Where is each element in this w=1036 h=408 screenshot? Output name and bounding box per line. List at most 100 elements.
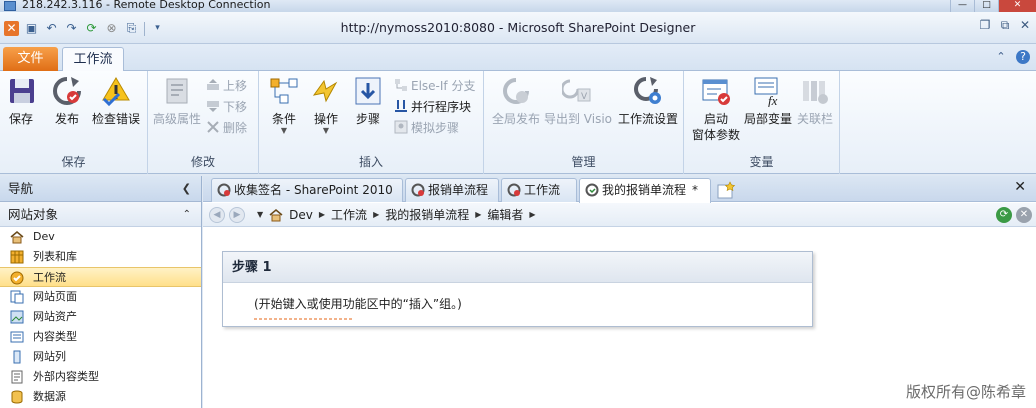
restore-window-icon[interactable]: ❐ bbox=[978, 18, 992, 32]
association-columns-button[interactable]: 关联栏 bbox=[794, 75, 836, 127]
nav-item-content-types[interactable]: 内容类型 bbox=[0, 327, 201, 347]
step-label: 步骤 bbox=[355, 112, 380, 126]
collapse-navigation-icon[interactable]: ❮ bbox=[182, 176, 191, 202]
site-pages-icon bbox=[10, 290, 24, 304]
doc-tab-expense-workflow[interactable]: 报销单流程 bbox=[405, 178, 499, 202]
breadcrumb-dev[interactable]: Dev bbox=[289, 203, 313, 227]
check-errors-button[interactable]: 检查错误 bbox=[88, 75, 144, 127]
publish-icon bbox=[53, 77, 81, 105]
site-objects-header[interactable]: 网站对象 ⌃ bbox=[0, 202, 201, 227]
parallel-block-button[interactable]: 并行程序块 bbox=[394, 97, 471, 117]
nav-item-workflows[interactable]: 工作流 bbox=[0, 267, 201, 287]
document-area: 收集签名 - SharePoint 2010 报销单流程 工作流 我的报销单流程… bbox=[203, 176, 1036, 408]
minimize-ribbon-icon[interactable]: ⌃ bbox=[994, 50, 1008, 64]
breadcrumb-workflows[interactable]: 工作流 bbox=[331, 203, 367, 227]
nav-item-label: 外部内容类型 bbox=[33, 370, 99, 383]
close-document-icon[interactable]: ✕ bbox=[1014, 179, 1026, 195]
warning-check-icon bbox=[102, 77, 130, 107]
nav-item-label: 列表和库 bbox=[33, 250, 77, 263]
publish-button[interactable]: 发布 bbox=[50, 75, 84, 127]
save-button[interactable]: 保存 bbox=[6, 75, 36, 127]
else-if-branch-button[interactable]: Else-If 分支 bbox=[394, 76, 475, 96]
help-icon[interactable]: ? bbox=[1016, 50, 1030, 64]
step-button[interactable]: 步骤 bbox=[351, 75, 385, 127]
move-down-button[interactable]: 下移 bbox=[206, 97, 247, 117]
impersonation-step-button[interactable]: 模拟步骤 bbox=[394, 118, 459, 138]
doc-tab-label: 工作流 bbox=[524, 183, 561, 197]
step-title[interactable]: 步骤 1 bbox=[223, 252, 812, 283]
tab-file[interactable]: 文件 bbox=[3, 47, 58, 71]
tab-workflow[interactable]: 工作流 bbox=[62, 47, 124, 71]
ribbon-group-manage: 全局发布 V 导出到 Visio 工作流设置 管理 bbox=[484, 71, 684, 174]
nav-item-label: 工作流 bbox=[33, 271, 66, 284]
navigation-header: 导航 ❮ bbox=[0, 176, 201, 202]
impersonation-step-label: 模拟步骤 bbox=[411, 121, 460, 135]
move-up-button[interactable]: 上移 bbox=[206, 76, 247, 96]
workflow-tab-icon bbox=[217, 183, 231, 197]
nav-item-label: 内容类型 bbox=[33, 330, 77, 343]
close-window-icon[interactable]: ✕ bbox=[1018, 18, 1032, 32]
workflow-settings-icon bbox=[634, 77, 661, 104]
external-content-types-icon bbox=[11, 370, 23, 384]
chevron-right-icon[interactable]: ▶ bbox=[319, 203, 325, 227]
initiation-form-parameters-button[interactable]: 启动 窗体参数 bbox=[688, 75, 744, 143]
nav-item-site-pages[interactable]: 网站页面 bbox=[0, 287, 201, 307]
unsaved-marker: * bbox=[692, 183, 699, 197]
nav-item-label: Dev bbox=[33, 230, 55, 243]
workflow-settings-button[interactable]: 工作流设置 bbox=[616, 75, 680, 127]
site-columns-icon bbox=[13, 350, 21, 364]
nav-item-label: 网站列 bbox=[33, 350, 66, 363]
advanced-properties-icon bbox=[166, 78, 188, 104]
doc-tab-my-expense-workflow[interactable]: 我的报销单流程 * bbox=[579, 178, 711, 203]
delete-button[interactable]: 删除 bbox=[206, 118, 247, 138]
breadcrumb-my-expense-workflow[interactable]: 我的报销单流程 bbox=[385, 203, 469, 227]
step-icon bbox=[355, 77, 381, 105]
ribbon-right-controls: ⌃ ? bbox=[994, 50, 1030, 64]
action-lightning-icon bbox=[312, 79, 338, 103]
home-icon bbox=[10, 231, 24, 244]
advanced-properties-button[interactable]: 高级属性 bbox=[152, 75, 202, 127]
nav-item-external-content-types[interactable]: 外部内容类型 bbox=[0, 367, 201, 387]
global-publish-icon bbox=[503, 78, 529, 104]
action-button[interactable]: 操作 ▼ bbox=[309, 75, 343, 135]
nav-item-label: 数据源 bbox=[33, 390, 66, 403]
chevron-right-icon[interactable]: ▶ bbox=[373, 203, 379, 227]
app-titlebar: ✕ ▣ ↶ ↷ ⟳ ⊗ ⎘ ▾ http://nymoss2010:8080 -… bbox=[0, 12, 1036, 44]
ribbon-group-label-variables: 变量 bbox=[749, 155, 774, 169]
nav-item-dev[interactable]: Dev bbox=[0, 227, 201, 247]
chevron-right-icon[interactable]: ▶ bbox=[529, 203, 535, 227]
refresh-icon[interactable]: ⟳ bbox=[996, 207, 1012, 223]
chevron-right-icon[interactable]: ▶ bbox=[475, 203, 481, 227]
remote-desktop-title: 218.242.3.116 - Remote Desktop Connectio… bbox=[22, 0, 271, 11]
close-icon[interactable]: ✕ bbox=[998, 0, 1036, 12]
content-types-icon bbox=[10, 331, 24, 343]
move-down-icon bbox=[207, 101, 219, 112]
minimize-icon[interactable]: — bbox=[950, 0, 974, 12]
local-variables-button[interactable]: fx 局部变量 bbox=[744, 75, 792, 127]
global-publish-button[interactable]: 全局发布 bbox=[490, 75, 542, 127]
move-up-icon bbox=[207, 79, 219, 90]
nav-item-site-columns[interactable]: 网站列 bbox=[0, 347, 201, 367]
doc-tab-workflows[interactable]: 工作流 bbox=[501, 178, 577, 202]
nav-item-lists-libraries[interactable]: 列表和库 bbox=[0, 247, 201, 267]
new-tab-icon[interactable] bbox=[715, 181, 737, 200]
maximize-icon[interactable]: □ bbox=[974, 0, 998, 12]
ribbon-group-save: 保存 发布 检查错误 保存 bbox=[0, 71, 148, 174]
back-arrow-icon[interactable]: ◀ bbox=[209, 207, 225, 223]
nav-item-site-assets[interactable]: 网站资产 bbox=[0, 307, 201, 327]
chevron-up-icon[interactable]: ⌃ bbox=[183, 202, 191, 227]
condition-label: 条件 bbox=[271, 112, 296, 126]
breadcrumb-editor[interactable]: 编辑者 bbox=[487, 203, 523, 227]
export-to-visio-button[interactable]: V 导出到 Visio bbox=[542, 75, 614, 127]
forward-arrow-icon[interactable]: ▶ bbox=[229, 207, 245, 223]
nav-item-data-sources[interactable]: 数据源 bbox=[0, 387, 201, 407]
doc-tab-collect-signatures[interactable]: 收集签名 - SharePoint 2010 bbox=[211, 178, 403, 202]
condition-button[interactable]: 条件 ▼ bbox=[267, 75, 301, 135]
step-hint-text[interactable]: (开始键入或使用功能区中的“插入”组。) bbox=[254, 295, 462, 312]
restore-down-icon[interactable]: ⧉ bbox=[998, 18, 1012, 32]
ribbon-group-variables: 启动 窗体参数 fx 局部变量 关联栏 变量 bbox=[684, 71, 840, 174]
ribbon-group-modify: 高级属性 上移 下移 删除 修改 bbox=[148, 71, 259, 174]
stop-icon[interactable]: ✕ bbox=[1016, 207, 1032, 223]
history-dropdown-icon[interactable]: ▼ bbox=[257, 203, 263, 227]
workflow-step-card[interactable]: 步骤 1 (开始键入或使用功能区中的“插入”组。) bbox=[222, 251, 813, 327]
